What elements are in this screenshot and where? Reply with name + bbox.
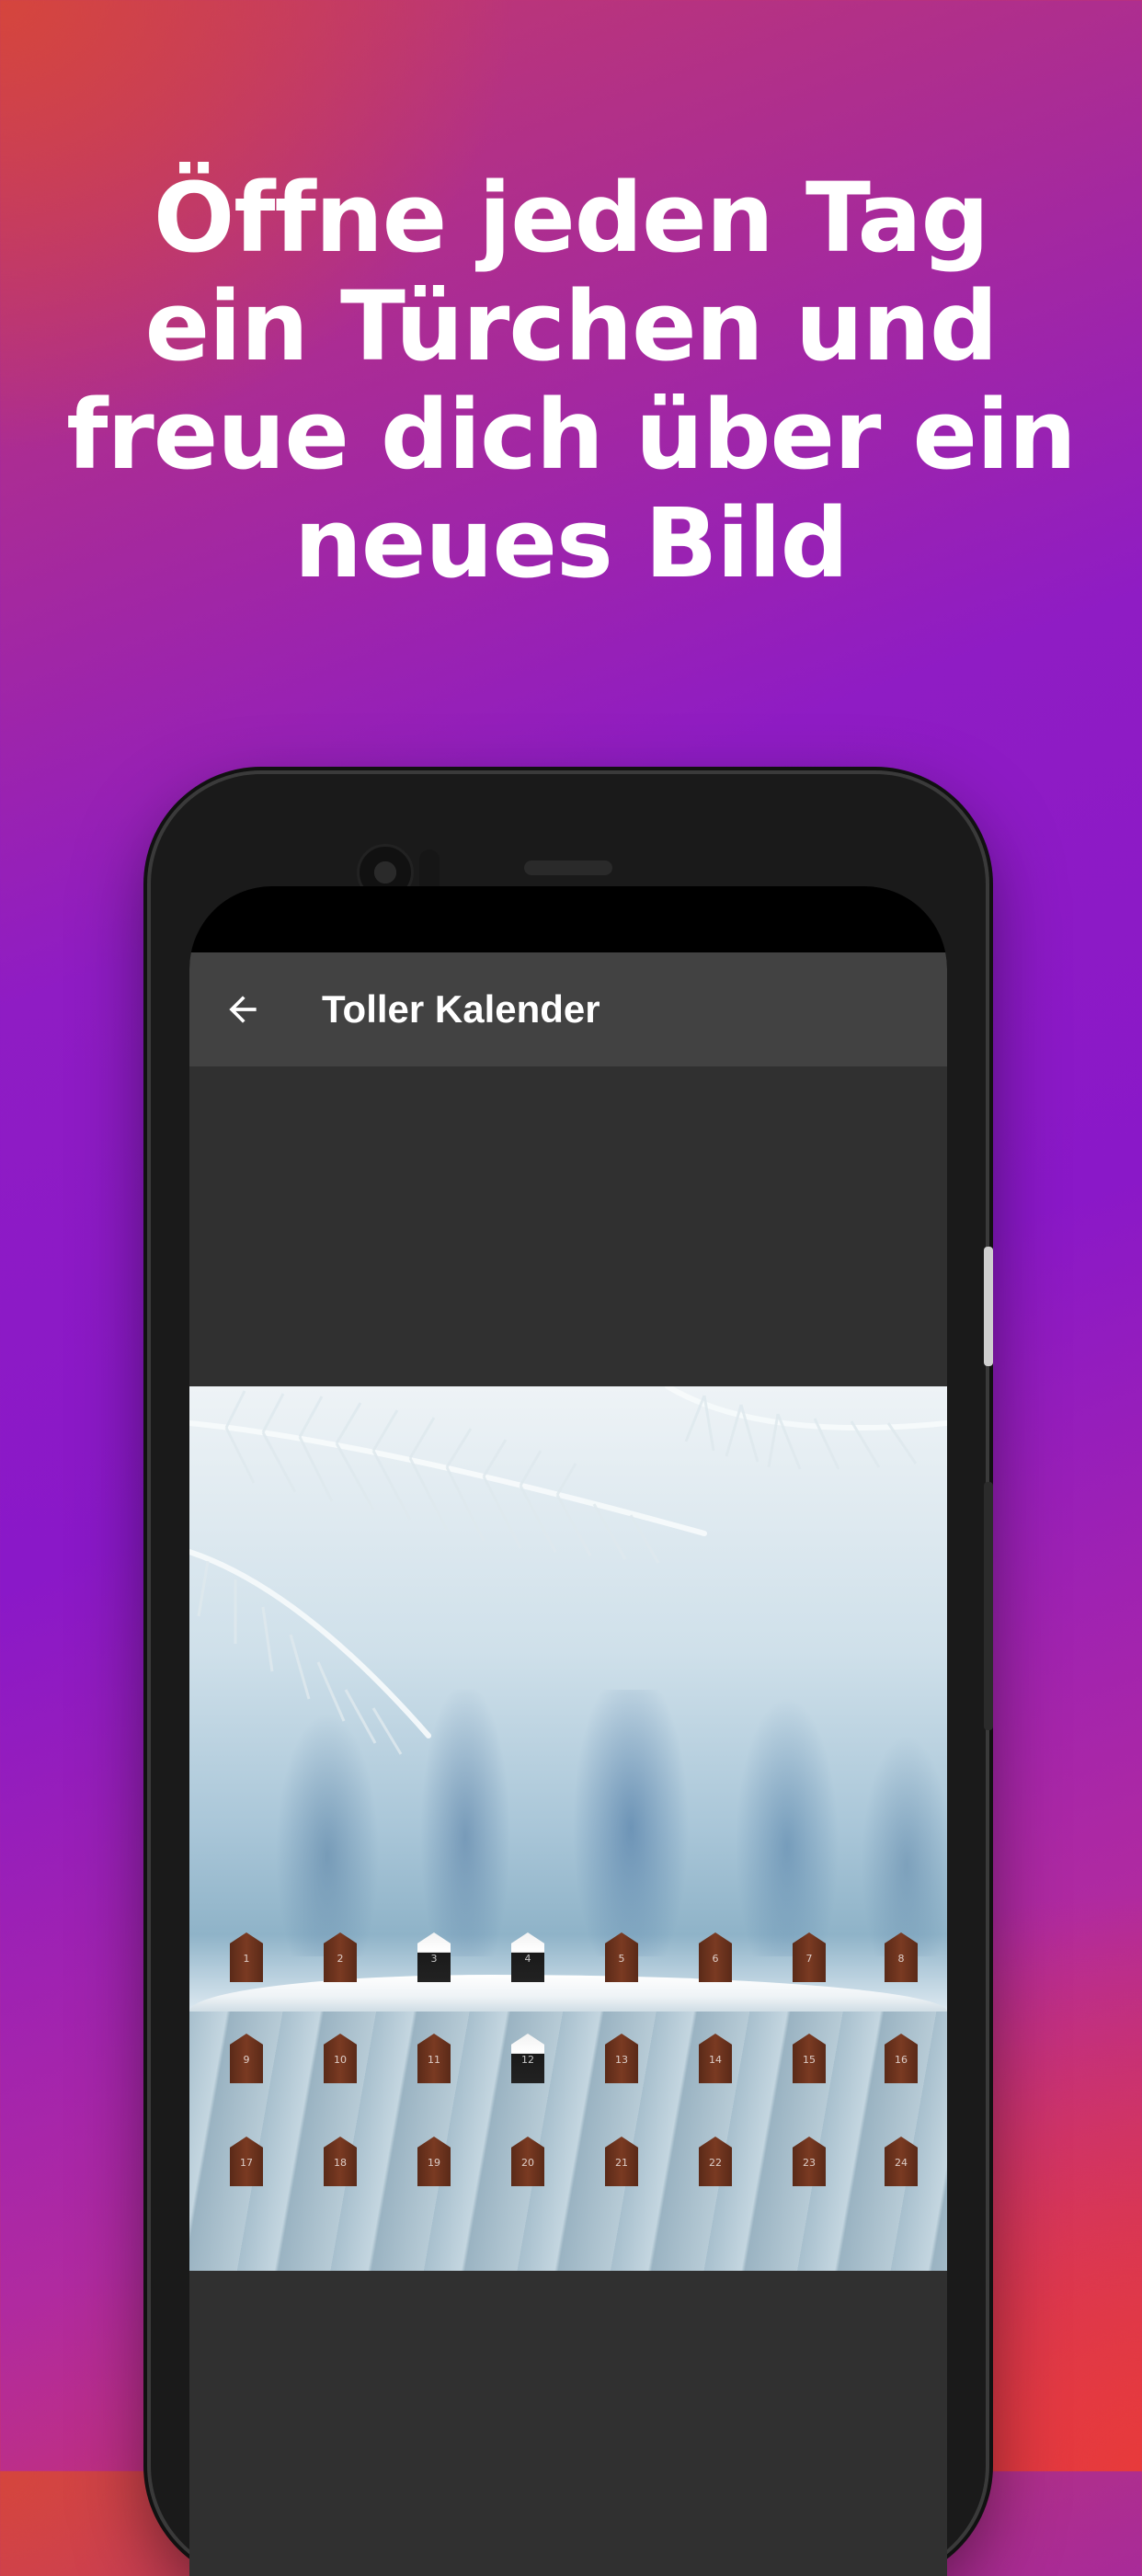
door-number: 9 <box>243 2054 250 2066</box>
door-number: 17 <box>240 2157 253 2169</box>
door-number: 12 <box>521 2054 534 2066</box>
main-content: 1 2 3 4 5 6 7 8 9 10 11 12 13 14 15 16 17 18 19 20 21 22 23 24 <box>189 1066 947 2576</box>
page-title: Toller Kalender <box>322 987 600 1031</box>
door-number: 19 <box>428 2157 440 2169</box>
promo-headline: Öffne jeden Tag ein Türchen und freue di… <box>55 164 1087 598</box>
door-number: 24 <box>895 2157 908 2169</box>
door-number: 16 <box>895 2054 908 2066</box>
door-number: 10 <box>334 2054 347 2066</box>
door-number: 8 <box>897 1953 905 1965</box>
power-button <box>984 1247 993 1366</box>
door-number: 21 <box>615 2157 628 2169</box>
door-number: 1 <box>243 1953 250 1965</box>
arrow-left-icon[interactable] <box>223 989 263 1030</box>
door-number: 6 <box>712 1953 719 1965</box>
door-number: 11 <box>428 2054 440 2066</box>
door-number: 2 <box>337 1953 344 1965</box>
door-number: 20 <box>521 2157 534 2169</box>
door-number: 4 <box>524 1953 531 1965</box>
app-bar: Toller Kalender <box>189 952 947 1066</box>
wooden-planks <box>189 2012 947 2271</box>
phone-screen: Toller Kalender 1 2 3 4 5 6 7 8 9 10 11 … <box>189 886 947 2576</box>
door-number: 18 <box>334 2157 347 2169</box>
door-number: 22 <box>709 2157 722 2169</box>
door-number: 14 <box>709 2054 722 2066</box>
door-number: 23 <box>803 2157 816 2169</box>
earpiece-speaker <box>524 861 612 875</box>
volume-button <box>984 1482 993 1730</box>
snow-bank <box>189 1975 947 2012</box>
door-number: 5 <box>618 1953 625 1965</box>
headline-line-3: freue dich über ein <box>66 379 1077 491</box>
door-number: 7 <box>805 1953 813 1965</box>
door-number: 3 <box>430 1953 438 1965</box>
headline-line-1: Öffne jeden Tag <box>153 162 989 274</box>
advent-calendar-image: 1 2 3 4 5 6 7 8 9 10 11 12 13 14 15 16 17 18 19 20 21 22 23 24 <box>189 1386 947 2271</box>
phone-frame: Toller Kalender 1 2 3 4 5 6 7 8 9 10 11 … <box>151 774 993 2576</box>
fir-branches-image <box>189 1386 947 1755</box>
door-number: 15 <box>803 2054 816 2066</box>
headline-line-4: neues Bild <box>293 487 849 599</box>
headline-line-2: ein Türchen und <box>144 270 999 382</box>
door-number: 13 <box>615 2054 628 2066</box>
